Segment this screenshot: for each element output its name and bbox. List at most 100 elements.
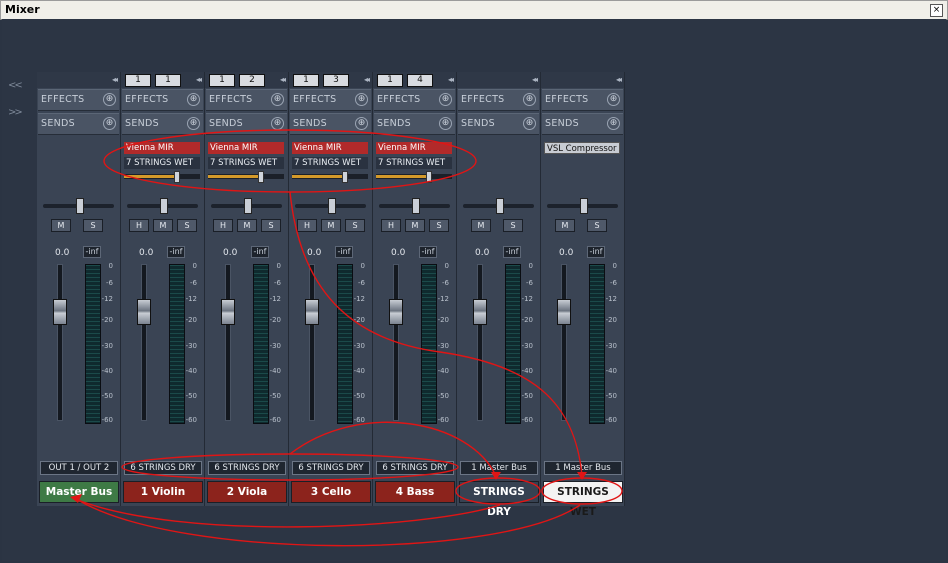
input-channel-number[interactable]: 1	[293, 74, 319, 87]
fader-handle[interactable]	[557, 299, 571, 325]
mute-button[interactable]: M	[405, 219, 425, 232]
record-button[interactable]: H	[213, 219, 233, 232]
pan-slider[interactable]	[43, 198, 114, 214]
effects-slot[interactable]: EFFECTS ⊕	[290, 89, 371, 111]
input-channel-number[interactable]: 3	[323, 74, 349, 87]
close-icon[interactable]: ×	[930, 4, 943, 17]
channel-name[interactable]: 1 Violin	[123, 481, 203, 503]
sends-slot[interactable]: SENDS ⊕	[542, 113, 623, 135]
input-channel-number[interactable]: 2	[239, 74, 265, 87]
add-effect-icon[interactable]: ⊕	[439, 93, 452, 106]
output-routing[interactable]: 6 STRINGS DRY	[124, 461, 202, 475]
collapse-icon[interactable]: ◂◂	[364, 75, 370, 84]
send-target[interactable]: 7 STRINGS WET	[376, 157, 452, 169]
volume-fader[interactable]	[57, 264, 63, 421]
add-send-icon[interactable]: ⊕	[187, 117, 200, 130]
input-channel-number[interactable]: 1	[125, 74, 151, 87]
record-button[interactable]: H	[297, 219, 317, 232]
effects-slot[interactable]: EFFECTS ⊕	[38, 89, 119, 111]
output-routing[interactable]: 6 STRINGS DRY	[292, 461, 370, 475]
output-routing[interactable]: OUT 1 / OUT 2	[40, 461, 118, 475]
mute-button[interactable]: M	[51, 219, 71, 232]
volume-fader[interactable]	[477, 264, 483, 421]
pan-slider[interactable]	[547, 198, 618, 214]
output-routing[interactable]: 6 STRINGS DRY	[208, 461, 286, 475]
solo-button[interactable]: S	[83, 219, 103, 232]
output-routing[interactable]: 6 STRINGS DRY	[376, 461, 454, 475]
collapse-icon[interactable]: ◂◂	[616, 75, 622, 84]
sends-slot[interactable]: SENDS ⊕	[206, 113, 287, 135]
pan-handle[interactable]	[76, 198, 84, 214]
add-send-icon[interactable]: ⊕	[439, 117, 452, 130]
record-button[interactable]: H	[129, 219, 149, 232]
pan-handle[interactable]	[328, 198, 336, 214]
channel-name[interactable]: Master Bus	[39, 481, 119, 503]
output-routing[interactable]: 1 Master Bus	[544, 461, 622, 475]
fader-handle[interactable]	[389, 299, 403, 325]
collapse-icon[interactable]: ◂◂	[112, 75, 118, 84]
send-target[interactable]: 7 STRINGS WET	[292, 157, 368, 169]
volume-fader[interactable]	[561, 264, 567, 421]
send-level-slider[interactable]	[124, 171, 200, 183]
add-send-icon[interactable]: ⊕	[523, 117, 536, 130]
sends-slot[interactable]: SENDS ⊕	[458, 113, 539, 135]
mute-button[interactable]: M	[237, 219, 257, 232]
peak-readout[interactable]: -inf	[587, 246, 605, 258]
add-effect-icon[interactable]: ⊕	[103, 93, 116, 106]
sends-slot[interactable]: SENDS ⊕	[38, 113, 119, 135]
input-channel-number[interactable]: 1	[377, 74, 403, 87]
add-effect-icon[interactable]: ⊕	[187, 93, 200, 106]
mute-button[interactable]: M	[321, 219, 341, 232]
fader-handle[interactable]	[137, 299, 151, 325]
add-send-icon[interactable]: ⊕	[355, 117, 368, 130]
record-button[interactable]: H	[381, 219, 401, 232]
input-channel-number[interactable]: 4	[407, 74, 433, 87]
channel-name[interactable]: 2 Viola	[207, 481, 287, 503]
add-effect-icon[interactable]: ⊕	[523, 93, 536, 106]
send-level-handle[interactable]	[174, 171, 180, 183]
insert-plugin[interactable]: Vienna MIR	[376, 142, 452, 154]
input-channel-number[interactable]: 1	[155, 74, 181, 87]
insert-plugin[interactable]: VSL Compressor	[544, 142, 620, 154]
add-send-icon[interactable]: ⊕	[103, 117, 116, 130]
fader-handle[interactable]	[473, 299, 487, 325]
send-level-slider[interactable]	[376, 171, 452, 183]
add-effect-icon[interactable]: ⊕	[355, 93, 368, 106]
send-target[interactable]: 7 STRINGS WET	[208, 157, 284, 169]
peak-readout[interactable]: -inf	[167, 246, 185, 258]
mute-button[interactable]: M	[153, 219, 173, 232]
add-send-icon[interactable]: ⊕	[607, 117, 620, 130]
peak-readout[interactable]: -inf	[503, 246, 521, 258]
pan-handle[interactable]	[496, 198, 504, 214]
sends-slot[interactable]: SENDS ⊕	[374, 113, 455, 135]
pan-handle[interactable]	[244, 198, 252, 214]
volume-fader[interactable]	[393, 264, 399, 421]
pan-handle[interactable]	[412, 198, 420, 214]
effects-slot[interactable]: EFFECTS ⊕	[122, 89, 203, 111]
effects-slot[interactable]: EFFECTS ⊕	[206, 89, 287, 111]
channel-name[interactable]: 3 Cello	[291, 481, 371, 503]
pan-slider[interactable]	[295, 198, 366, 214]
send-level-handle[interactable]	[426, 171, 432, 183]
peak-readout[interactable]: -inf	[419, 246, 437, 258]
insert-plugin[interactable]: Vienna MIR	[124, 142, 200, 154]
mute-button[interactable]: M	[555, 219, 575, 232]
send-level-slider[interactable]	[208, 171, 284, 183]
sends-slot[interactable]: SENDS ⊕	[290, 113, 371, 135]
add-send-icon[interactable]: ⊕	[271, 117, 284, 130]
pan-slider[interactable]	[463, 198, 534, 214]
pan-handle[interactable]	[160, 198, 168, 214]
solo-button[interactable]: S	[345, 219, 365, 232]
add-effect-icon[interactable]: ⊕	[607, 93, 620, 106]
fader-handle[interactable]	[305, 299, 319, 325]
pan-slider[interactable]	[211, 198, 282, 214]
sends-slot[interactable]: SENDS ⊕	[122, 113, 203, 135]
pan-slider[interactable]	[127, 198, 198, 214]
mute-button[interactable]: M	[471, 219, 491, 232]
collapse-icon[interactable]: ◂◂	[532, 75, 538, 84]
fader-handle[interactable]	[53, 299, 67, 325]
volume-fader[interactable]	[309, 264, 315, 421]
fader-handle[interactable]	[221, 299, 235, 325]
solo-button[interactable]: S	[587, 219, 607, 232]
output-routing[interactable]: 1 Master Bus	[460, 461, 538, 475]
